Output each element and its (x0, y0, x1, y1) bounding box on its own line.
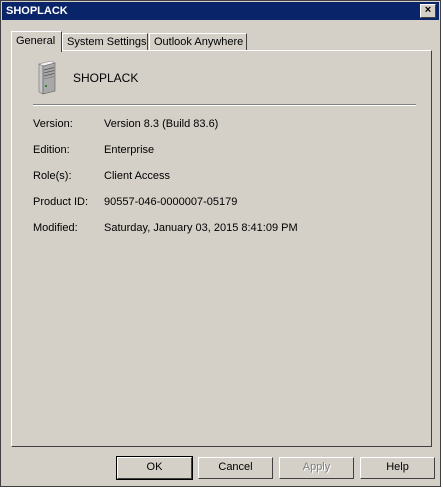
tab-label: Outlook Anywhere (154, 36, 244, 48)
title-bar[interactable]: SHOPLACK × (2, 2, 439, 20)
roles-value: Client Access (104, 170, 171, 182)
tab-label: General (16, 35, 56, 47)
modified-value: Saturday, January 03, 2015 8:41:09 PM (104, 222, 298, 234)
separator (33, 104, 416, 106)
cancel-button[interactable]: Cancel (198, 457, 273, 479)
product-id-label: Product ID: (33, 196, 89, 208)
window-title: SHOPLACK (6, 5, 68, 17)
modified-label: Modified: (33, 222, 78, 234)
version-label: Version: (33, 118, 73, 130)
tab-general[interactable]: General (11, 31, 62, 52)
help-button[interactable]: Help (360, 457, 435, 479)
edition-label: Edition: (33, 144, 70, 156)
ok-button[interactable]: OK (116, 456, 193, 480)
tab-label: System Settings (67, 36, 147, 48)
apply-button[interactable]: Apply (279, 457, 354, 479)
product-id-value: 90557-046-0000007-05179 (104, 196, 238, 208)
close-button[interactable]: × (420, 4, 436, 18)
server-name: SHOPLACK (73, 71, 139, 85)
properties-dialog: SHOPLACK × General System Settings Outlo… (0, 0, 441, 487)
tab-system-settings[interactable]: System Settings (62, 33, 148, 51)
general-tab-panel: SHOPLACK Version: Version 8.3 (Build 83.… (11, 50, 432, 447)
version-value: Version 8.3 (Build 83.6) (104, 118, 219, 130)
close-icon: × (424, 4, 432, 16)
tab-outlook-anywhere[interactable]: Outlook Anywhere (149, 33, 247, 51)
roles-label: Role(s): (33, 170, 72, 182)
server-icon (38, 61, 56, 95)
edition-value: Enterprise (104, 144, 155, 156)
